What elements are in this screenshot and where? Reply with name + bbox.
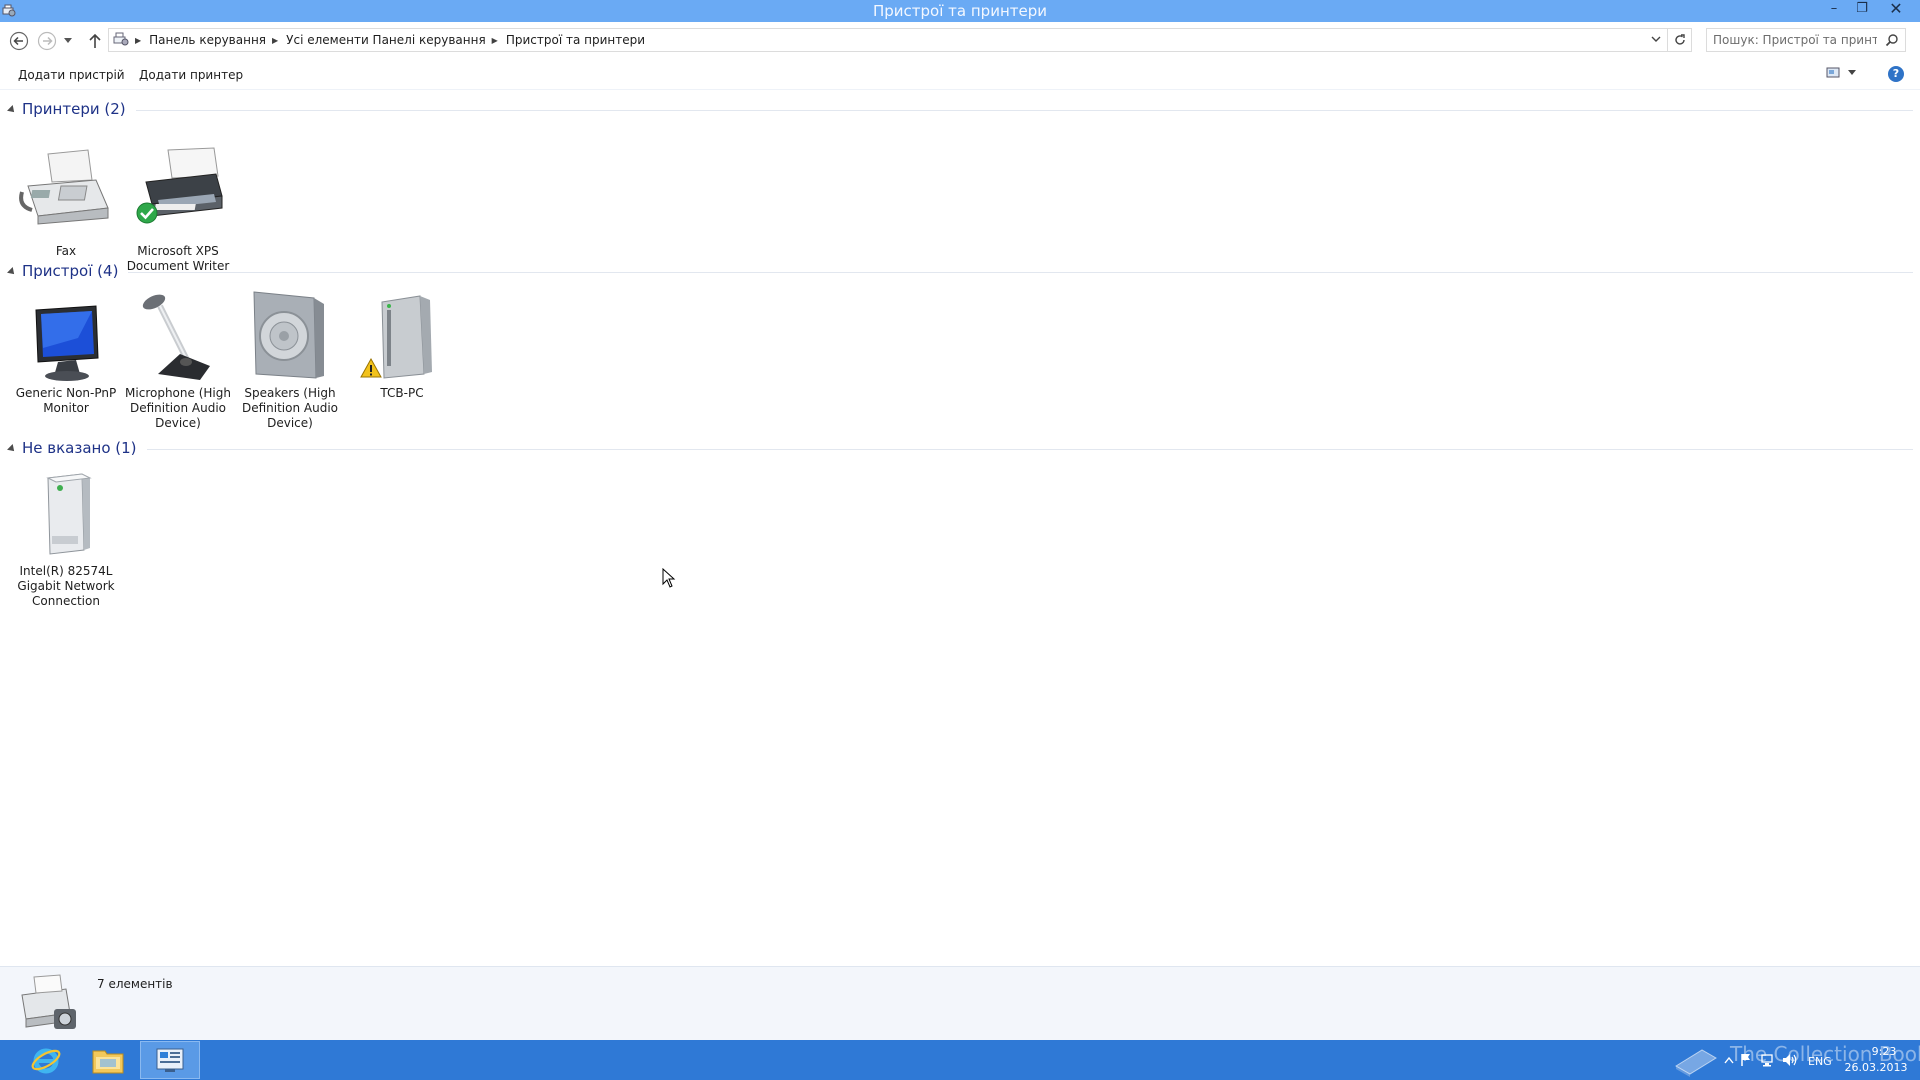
breadcrumb-devices-printers[interactable]: Пристрої та принтери	[506, 33, 645, 47]
device-label: Intel(R) 82574L Gigabit Network Connecti…	[17, 564, 115, 608]
forward-button[interactable]	[36, 30, 58, 52]
chevron-down-icon	[1651, 36, 1661, 42]
chevron-up-icon	[1724, 1056, 1734, 1064]
breadcrumb-separator-icon[interactable]: ▶	[272, 36, 278, 45]
action-center-flag-icon[interactable]	[1740, 1053, 1752, 1070]
forward-arrow-icon	[37, 31, 57, 51]
control-panel-icon	[156, 1048, 184, 1072]
speaker-icon	[242, 288, 338, 384]
mouse-cursor-icon	[662, 568, 676, 588]
title-bar[interactable]: Пристрої та принтери – ❐ ✕	[0, 0, 1920, 22]
details-pane: 7 елементів	[0, 966, 1920, 1040]
chevron-down-icon	[64, 38, 72, 43]
printer-icon	[130, 146, 226, 242]
up-button[interactable]	[84, 30, 106, 52]
breadcrumb-separator-icon[interactable]: ▶	[492, 36, 498, 45]
group-header-printers[interactable]: Принтери (2)	[7, 100, 1913, 118]
watermark-book-icon	[1675, 1049, 1717, 1077]
address-history-dropdown[interactable]	[1651, 33, 1661, 48]
add-printer-button[interactable]: Додати принтер	[139, 68, 243, 82]
address-bar[interactable]: ▶ Панель керування ▶ Усі елементи Панелі…	[108, 28, 1668, 52]
command-bar: Додати пристрій Додати принтер ?	[0, 58, 1920, 90]
search-box[interactable]	[1706, 28, 1906, 52]
network-icon[interactable]	[1760, 1053, 1774, 1070]
collapse-triangle-icon[interactable]	[7, 105, 17, 115]
clock-time[interactable]: 9:23	[1856, 1045, 1912, 1058]
breadcrumb-all-control-panel-items[interactable]: Усі елементи Панелі керування	[286, 33, 486, 47]
input-language[interactable]: ENG	[1808, 1055, 1832, 1068]
computer-icon	[354, 288, 450, 384]
device-label: Generic Non-PnP Monitor	[15, 386, 117, 415]
search-input[interactable]	[1713, 31, 1877, 49]
recent-locations-button[interactable]	[62, 30, 74, 52]
restore-button[interactable]: ❐	[1848, 0, 1876, 20]
up-arrow-icon	[89, 33, 101, 48]
refresh-icon	[1674, 34, 1685, 45]
location-icon	[113, 32, 129, 49]
network-adapter-icon	[18, 466, 114, 562]
device-item-xps-writer[interactable]: Microsoft XPS Document Writer	[122, 146, 234, 274]
internet-explorer-icon	[31, 1048, 61, 1074]
search-icon[interactable]	[1885, 33, 1899, 50]
device-label: Microphone (High Definition Audio Device…	[125, 386, 231, 430]
file-explorer-icon	[92, 1050, 124, 1074]
device-label: Speakers (High Definition Audio Device)	[241, 386, 339, 430]
back-arrow-icon	[9, 31, 29, 51]
device-list: Принтери (2) Fax Microsoft XPS Document …	[0, 90, 1920, 966]
default-printer-check-icon	[136, 202, 158, 224]
device-item-tcb-pc[interactable]: TCB-PC	[346, 288, 458, 401]
warning-icon	[360, 358, 382, 378]
view-options-icon	[1826, 67, 1840, 78]
taskbar-control-panel[interactable]	[140, 1041, 200, 1079]
breadcrumb-control-panel[interactable]: Панель керування	[149, 33, 266, 47]
volume-icon[interactable]	[1782, 1053, 1798, 1070]
close-button[interactable]: ✕	[1874, 0, 1918, 20]
group-label: Не вказано (1)	[22, 439, 137, 457]
change-view-button[interactable]	[1826, 67, 1856, 79]
device-item-microphone[interactable]: Microphone (High Definition Audio Device…	[122, 288, 234, 431]
taskbar: The Collection Book ENG 9:23 26.03.2013	[0, 1040, 1920, 1080]
item-count: 7 елементів	[97, 977, 173, 991]
fax-icon	[18, 146, 114, 242]
taskbar-internet-explorer[interactable]	[16, 1041, 76, 1079]
devices-printers-icon	[14, 973, 82, 1035]
collapse-triangle-icon[interactable]	[7, 267, 17, 277]
breadcrumb-separator-icon[interactable]: ▶	[135, 36, 141, 45]
group-header-unspecified[interactable]: Не вказано (1)	[7, 439, 1913, 457]
navigation-bar: ▶ Панель керування ▶ Усі елементи Панелі…	[0, 22, 1920, 58]
microphone-icon	[130, 288, 226, 384]
device-item-fax[interactable]: Fax	[10, 146, 122, 259]
device-label: TCB-PC	[380, 386, 424, 400]
group-divider	[128, 271, 1913, 273]
device-label: Fax	[55, 244, 77, 258]
group-divider	[146, 448, 1913, 450]
refresh-button[interactable]	[1668, 28, 1692, 52]
monitor-icon	[18, 288, 114, 384]
minimize-button[interactable]: –	[1820, 0, 1848, 20]
taskbar-file-explorer[interactable]	[78, 1041, 138, 1079]
window-title: Пристрої та принтери	[873, 2, 1047, 20]
group-divider	[135, 109, 1913, 111]
breadcrumb: ▶ Панель керування ▶ Усі елементи Панелі…	[113, 32, 645, 48]
group-label: Пристрої (4)	[22, 262, 119, 280]
add-device-button[interactable]: Додати пристрій	[18, 68, 125, 82]
device-item-speakers[interactable]: Speakers (High Definition Audio Device)	[234, 288, 346, 431]
show-hidden-icons-button[interactable]	[1724, 1053, 1734, 1067]
device-item-network-adapter[interactable]: Intel(R) 82574L Gigabit Network Connecti…	[10, 466, 122, 609]
help-button[interactable]: ?	[1888, 66, 1904, 82]
chevron-down-icon	[1848, 70, 1856, 75]
group-header-devices[interactable]: Пристрої (4)	[7, 262, 1913, 280]
back-button[interactable]	[8, 30, 30, 52]
device-item-monitor[interactable]: Generic Non-PnP Monitor	[10, 288, 122, 416]
group-label: Принтери (2)	[22, 100, 126, 118]
collapse-triangle-icon[interactable]	[7, 444, 17, 454]
clock-date[interactable]: 26.03.2013	[1838, 1061, 1914, 1074]
